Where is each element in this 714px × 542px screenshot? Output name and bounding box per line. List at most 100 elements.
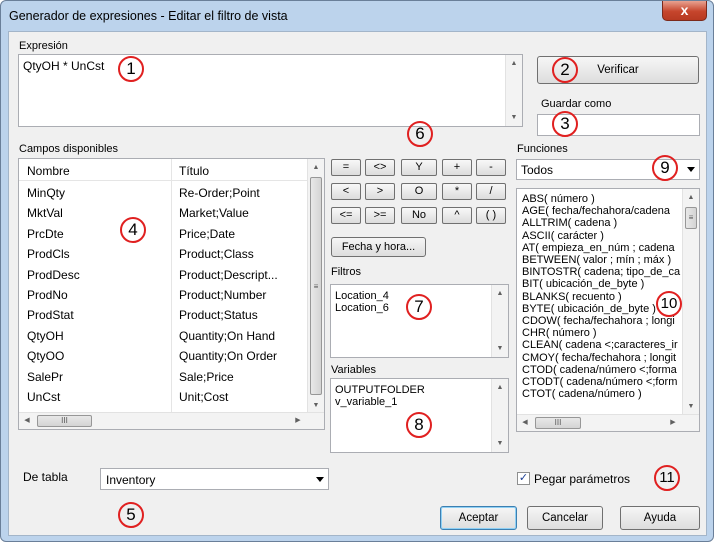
scroll-up-icon[interactable]: ▲ <box>492 285 508 302</box>
table-row[interactable]: QtyOO Quantity;On Order <box>19 346 308 367</box>
function-item[interactable]: ABS( número ) <box>522 193 682 205</box>
functions-category-value: Todos <box>521 163 554 177</box>
function-item[interactable]: CTODT( cadena/número <;form <box>522 376 682 388</box>
paste-params-label[interactable]: Pegar parámetros <box>534 472 630 486</box>
table-row[interactable]: QtyOH Quantity;On Hand <box>19 326 308 347</box>
callout-4: 4 <box>120 217 146 243</box>
table-row[interactable]: MinQty Re-Order;Point <box>19 183 308 204</box>
function-item[interactable]: CMOY( fecha/fechahora ; longit <box>522 352 682 364</box>
scroll-thumb[interactable]: III <box>535 417 581 429</box>
fields-grid[interactable]: Nombre Título MinQty Re-Order;Point MktVal… <box>18 158 325 430</box>
function-item[interactable]: BINTOSTR( cadena; tipo_de_ca <box>522 266 682 278</box>
scroll-up-icon[interactable]: ▲ <box>492 379 508 396</box>
scroll-right-icon[interactable]: ▶ <box>665 415 681 431</box>
table-row[interactable]: SalePr Sale;Price <box>19 367 308 388</box>
scroll-down-icon[interactable]: ▼ <box>683 398 699 415</box>
operator-button[interactable]: No <box>401 207 437 224</box>
cancel-button[interactable]: Cancelar <box>527 506 603 530</box>
operator-button[interactable]: - <box>476 159 506 176</box>
scroll-thumb[interactable]: ≡ <box>685 207 697 229</box>
operator-button[interactable]: >= <box>365 207 395 224</box>
function-item[interactable]: ASCII( carácter ) <box>522 230 682 242</box>
variable-item[interactable]: OUTPUTFOLDER <box>335 384 425 396</box>
scroll-thumb[interactable]: ≡ <box>310 177 322 395</box>
callout-1: 1 <box>118 56 144 82</box>
operator-button[interactable]: O <box>401 183 437 200</box>
function-item[interactable]: BIT( ubicación_de_byte ) <box>522 278 682 290</box>
scroll-right-icon[interactable]: ▶ <box>290 413 306 429</box>
from-table-select[interactable]: Inventory <box>100 468 329 490</box>
from-table-label: De tabla <box>23 470 68 484</box>
expression-textarea[interactable]: QtyOH * UnCst ▲ ▼ <box>18 54 523 127</box>
scroll-up-icon[interactable]: ▲ <box>506 55 522 72</box>
operator-button[interactable]: < <box>331 183 361 200</box>
operator-button[interactable]: = <box>331 159 361 176</box>
scroll-down-icon[interactable]: ▼ <box>492 340 508 357</box>
table-row[interactable]: ProdCls Product;Class <box>19 244 308 265</box>
fields-vscrollbar[interactable]: ▲ ≡ ▼ <box>307 159 324 414</box>
function-item[interactable]: AGE( fecha/fechahora/cadena <box>522 205 682 217</box>
table-row[interactable]: ProdStat Product;Status <box>19 305 308 326</box>
datetime-button[interactable]: Fecha y hora... <box>331 237 426 257</box>
field-title-cell: Quantity;On Hand <box>179 328 276 343</box>
scroll-thumb[interactable]: III <box>37 415 92 427</box>
title-bar[interactable]: Generador de expresiones - Editar el fil… <box>1 1 713 31</box>
operator-button[interactable]: / <box>476 183 506 200</box>
from-table-value: Inventory <box>106 473 156 487</box>
scroll-down-icon[interactable]: ▼ <box>492 435 508 452</box>
variable-item[interactable]: v_variable_1 <box>335 396 425 408</box>
filters-scrollbar[interactable]: ▲ ▼ <box>491 285 508 357</box>
field-title-cell: Re-Order;Point <box>179 186 260 200</box>
scroll-left-icon[interactable]: ◀ <box>517 415 533 431</box>
function-item[interactable]: BETWEEN( valor ; mín ; máx ) <box>522 254 682 266</box>
table-row[interactable]: ProdNo Product;Number <box>19 285 308 306</box>
operator-button[interactable]: ^ <box>442 207 472 224</box>
operator-button[interactable]: ( ) <box>476 207 506 224</box>
field-title-cell: Quantity;On Order <box>179 349 278 364</box>
column-header-title[interactable]: Título <box>179 164 209 178</box>
functions-vscrollbar[interactable]: ▲ ≡ ▼ <box>682 189 699 415</box>
chevron-down-icon <box>687 167 695 172</box>
scroll-down-icon[interactable]: ▼ <box>506 109 522 126</box>
function-item[interactable]: CTOT( cadena/número ) <box>522 388 682 400</box>
table-row[interactable]: UnCst Unit;Cost <box>19 387 308 408</box>
scroll-left-icon[interactable]: ◀ <box>19 413 35 429</box>
callout-5: 5 <box>118 502 144 528</box>
dialog-body: Expresión QtyOH * UnCst ▲ ▼ Verificar Gu… <box>8 31 707 536</box>
field-title-cell: Price;Date <box>179 226 236 241</box>
table-row[interactable]: PrcDte Price;Date <box>19 224 308 245</box>
expression-label: Expresión <box>19 40 68 52</box>
filter-item[interactable]: Location_4 <box>335 290 389 302</box>
operator-button[interactable]: Y <box>401 159 437 176</box>
scroll-up-icon[interactable]: ▲ <box>683 189 699 206</box>
operator-button[interactable]: > <box>365 183 395 200</box>
chevron-down-icon <box>316 477 324 482</box>
callout-6: 6 <box>407 121 433 147</box>
paste-params-checkbox[interactable]: ✓ <box>517 472 530 485</box>
expression-text: QtyOH * UnCst <box>23 59 105 73</box>
operator-button[interactable]: + <box>442 159 472 176</box>
function-item[interactable]: AT( empieza_en_núm ; cadena <box>522 242 682 254</box>
function-item[interactable]: CLEAN( cadena <;caracteres_ir <box>522 339 682 351</box>
table-row[interactable]: ProdDesc Product;Descript... <box>19 265 308 286</box>
function-item[interactable]: CTOD( cadena/número <;forma <box>522 364 682 376</box>
fields-hscrollbar[interactable]: ◀ III ▶ <box>19 412 324 429</box>
close-button[interactable]: x <box>662 1 707 21</box>
filter-item[interactable]: Location_6 <box>335 302 389 314</box>
accept-button[interactable]: Aceptar <box>440 506 517 530</box>
variables-scrollbar[interactable]: ▲ ▼ <box>491 379 508 452</box>
help-button[interactable]: Ayuda <box>620 506 700 530</box>
operator-button[interactable]: * <box>442 183 472 200</box>
operator-button[interactable]: <> <box>365 159 395 176</box>
function-item[interactable]: CDOW( fecha/fechahora ; longi <box>522 315 682 327</box>
column-header-name[interactable]: Nombre <box>27 164 70 178</box>
field-name-cell: MinQty <box>27 186 66 200</box>
function-item[interactable]: CHR( número ) <box>522 327 682 339</box>
table-row[interactable]: MktVal Market;Value <box>19 203 308 224</box>
functions-hscrollbar[interactable]: ◀ III ▶ <box>517 414 699 431</box>
function-item[interactable]: ALLTRIM( cadena ) <box>522 217 682 229</box>
operator-button[interactable]: <= <box>331 207 361 224</box>
scroll-up-icon[interactable]: ▲ <box>308 159 324 176</box>
window-title: Generador de expresiones - Editar el fil… <box>9 9 288 23</box>
expression-scrollbar[interactable]: ▲ ▼ <box>505 55 522 126</box>
